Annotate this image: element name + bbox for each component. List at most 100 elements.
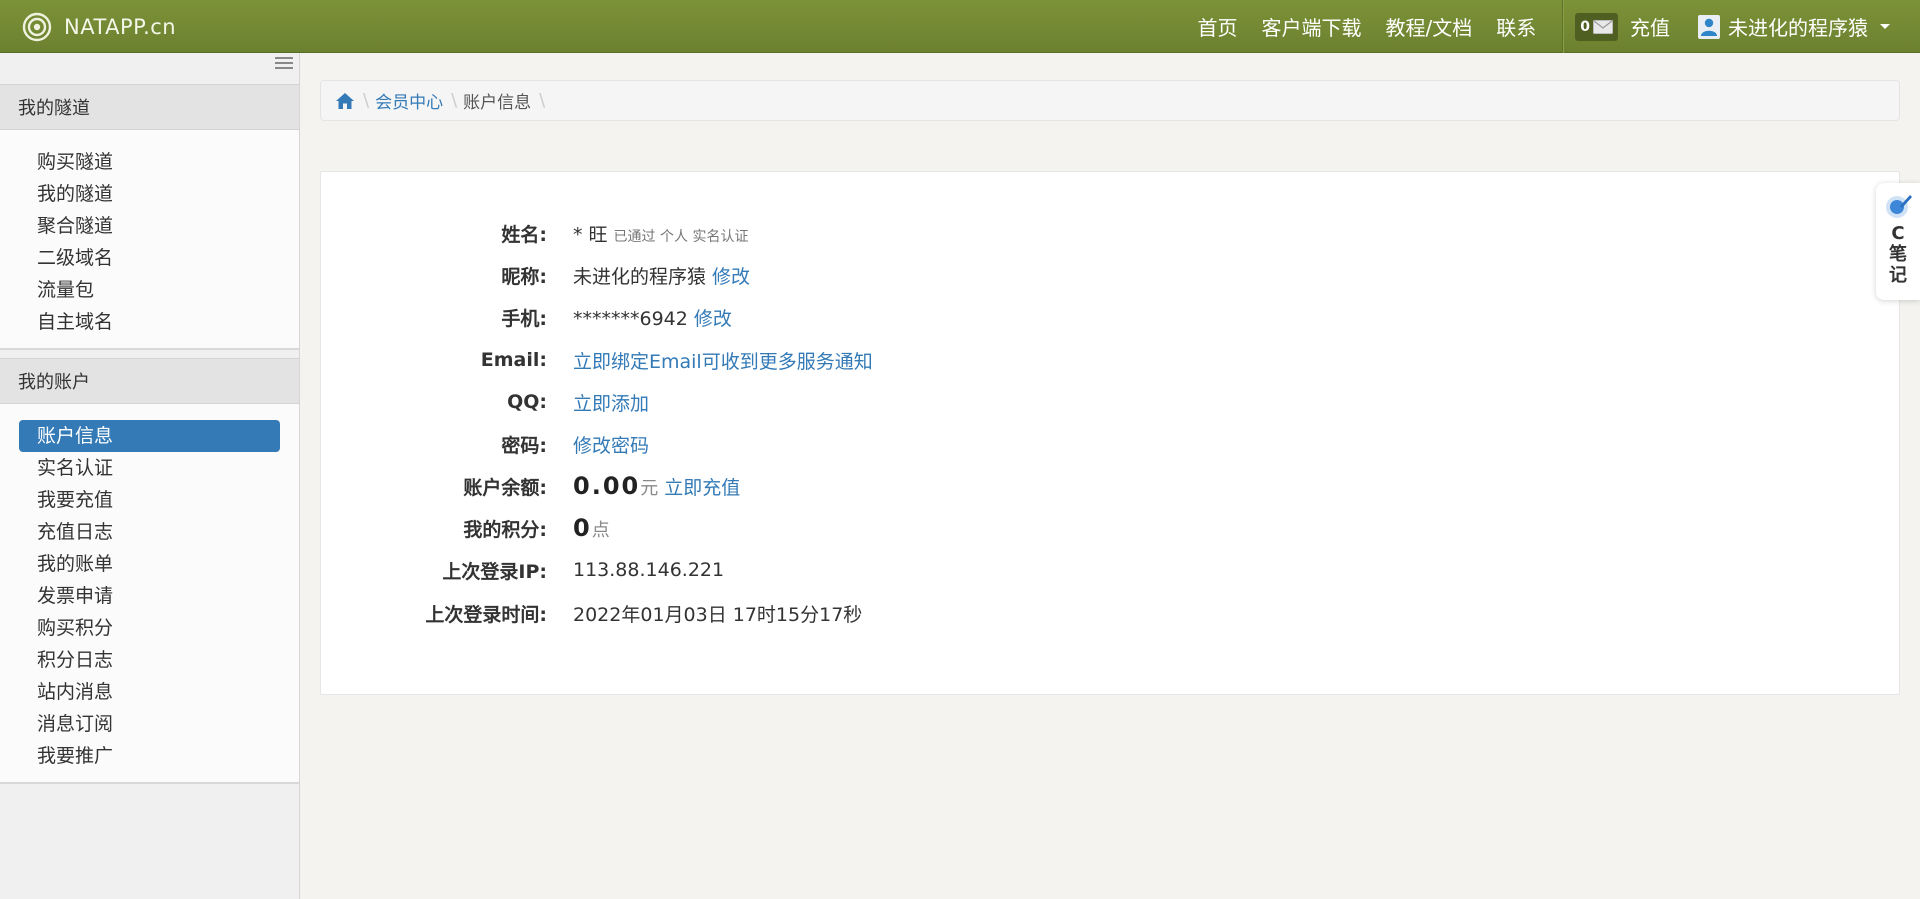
recharge-link[interactable]: 充值 — [1630, 12, 1670, 41]
sidebar-item-bills[interactable]: 我的账单 — [19, 548, 280, 580]
row-balance: 账户余额: 0.00 元 立即充值 — [321, 465, 1321, 507]
logo-icon — [22, 12, 52, 41]
row-phone: 手机: *******6942 修改 — [321, 296, 1321, 338]
side-list: 购买隧道 我的隧道 聚合隧道 二级域名 流量包 自主域名 — [0, 130, 299, 348]
nav-divider — [1562, 0, 1564, 53]
value-phone: *******6942 修改 — [573, 304, 732, 331]
sidebar-item-recharge[interactable]: 我要充值 — [19, 484, 280, 516]
balance-unit: 元 — [640, 478, 659, 499]
balance-amount: 0.00 — [573, 472, 641, 500]
breadcrumb-member-center[interactable]: 会员中心 — [375, 88, 443, 113]
nav-links: 首页 客户端下载 教程/文档 联系 0 充值 未进化的程序猿 — [1186, 0, 1920, 53]
brand-name: NATAPP.cn — [64, 14, 177, 39]
chevron-down-icon — [1880, 24, 1890, 29]
value-password: 修改密码 — [573, 431, 649, 458]
nav-home[interactable]: 首页 — [1186, 0, 1250, 53]
breadcrumb-current: 账户信息 — [463, 93, 532, 113]
sidebar: 我的隧道 购买隧道 我的隧道 聚合隧道 二级域名 流量包 自主域名 我的账户 账… — [0, 53, 300, 899]
label-name: 姓名: — [501, 223, 547, 246]
c-notes-widget[interactable]: C笔记 — [1876, 183, 1920, 300]
sidebar-item-promote[interactable]: 我要推广 — [19, 740, 280, 772]
sidebar-collapse-icon[interactable] — [275, 55, 293, 71]
sidebar-item-traffic-pack[interactable]: 流量包 — [19, 274, 280, 306]
nav-docs[interactable]: 教程/文档 — [1374, 0, 1485, 53]
edit-nickname-link[interactable]: 修改 — [712, 262, 750, 289]
label-nickname: 昵称: — [501, 265, 547, 288]
change-password-link[interactable]: 修改密码 — [573, 431, 649, 458]
label-phone: 手机: — [501, 307, 547, 330]
pen-note-icon — [1886, 195, 1912, 218]
sidebar-section-tunnels: 我的隧道 购买隧道 我的隧道 聚合隧道 二级域名 流量包 自主域名 — [0, 84, 299, 350]
label-qq: QQ: — [507, 391, 547, 413]
add-qq-link[interactable]: 立即添加 — [573, 389, 649, 416]
sidebar-item-buy-tunnel[interactable]: 购买隧道 — [19, 146, 280, 178]
home-icon[interactable] — [335, 92, 355, 110]
breadcrumb: \ 会员中心 \ 账户信息 \ — [320, 80, 1900, 121]
sidebar-item-my-tunnels[interactable]: 我的隧道 — [19, 178, 280, 210]
row-name: 姓名: * 旺 已通过 个人 实名认证 — [321, 212, 1321, 254]
last-login-ip: 113.88.146.221 — [573, 559, 725, 581]
side-list: 账户信息 实名认证 我要充值 充值日志 我的账单 发票申请 购买积分 积分日志 … — [0, 404, 299, 782]
row-last-ip: 上次登录IP: 113.88.146.221 — [321, 549, 1321, 591]
sidebar-item-custom-domain[interactable]: 自主域名 — [19, 306, 280, 338]
messages-button[interactable]: 0 — [1575, 12, 1618, 41]
brand[interactable]: NATAPP.cn — [22, 0, 176, 53]
nav-download[interactable]: 客户端下载 — [1250, 0, 1374, 53]
verify-status: 已通过 个人 实名认证 — [613, 228, 749, 245]
label-points: 我的积分: — [463, 518, 547, 541]
sidebar-item-recharge-log[interactable]: 充值日志 — [19, 516, 280, 548]
sidebar-item-aggregate-tunnels[interactable]: 聚合隧道 — [19, 210, 280, 242]
value-last-ip: 113.88.146.221 — [573, 559, 724, 581]
sidebar-item-subscriptions[interactable]: 消息订阅 — [19, 708, 280, 740]
breadcrumb-separator: \ — [539, 90, 546, 111]
row-last-time: 上次登录时间: 2022年01月03日 17时15分17秒 — [321, 592, 1321, 634]
sidebar-item-buy-points[interactable]: 购买积分 — [19, 612, 280, 644]
widget-label: C笔记 — [1889, 223, 1907, 286]
envelope-icon — [1593, 19, 1613, 34]
sidebar-item-real-name[interactable]: 实名认证 — [19, 452, 280, 484]
label-email: Email: — [480, 349, 547, 371]
user-menu[interactable]: 未进化的程序猿 — [1698, 12, 1890, 41]
label-last-time: 上次登录时间: — [425, 603, 547, 626]
bind-email-link[interactable]: 立即绑定Email可收到更多服务通知 — [573, 347, 873, 374]
nickname: 未进化的程序猿 — [573, 265, 707, 288]
row-email: Email: 立即绑定Email可收到更多服务通知 — [321, 339, 1321, 381]
last-login-time: 2022年01月03日 17时15分17秒 — [573, 603, 863, 626]
row-nickname: 昵称: 未进化的程序猿 修改 — [321, 254, 1321, 296]
sidebar-item-account-info[interactable]: 账户信息 — [19, 420, 280, 452]
row-points: 我的积分: 0 点 — [321, 507, 1321, 549]
value-qq: 立即添加 — [573, 389, 649, 416]
value-nickname: 未进化的程序猿 修改 — [573, 262, 750, 289]
label-balance: 账户余额: — [463, 476, 547, 499]
phone-number: *******6942 — [573, 307, 688, 330]
label-password: 密码: — [501, 434, 547, 457]
points-unit: 点 — [591, 520, 610, 541]
top-navbar: NATAPP.cn 首页 客户端下载 教程/文档 联系 0 充值 未进化的程序猿 — [0, 0, 1920, 53]
value-points: 0 点 — [573, 514, 610, 542]
breadcrumb-separator: \ — [451, 90, 458, 111]
user-icon — [1698, 14, 1720, 39]
message-count: 0 — [1580, 18, 1590, 35]
recharge-now-link[interactable]: 立即充值 — [664, 473, 740, 500]
sidebar-item-points-log[interactable]: 积分日志 — [19, 644, 280, 676]
username: 未进化的程序猿 — [1728, 16, 1868, 40]
real-name: * 旺 — [573, 223, 608, 246]
section-title: 我的隧道 — [0, 84, 299, 130]
points-amount: 0 — [573, 514, 592, 542]
account-info-panel: 姓名: * 旺 已通过 个人 实名认证 昵称: 未进化的程序猿 修改 手机: *… — [320, 171, 1900, 695]
value-balance: 0.00 元 立即充值 — [573, 472, 740, 500]
sidebar-item-messages[interactable]: 站内消息 — [19, 676, 280, 708]
nav-contact[interactable]: 联系 — [1484, 0, 1548, 53]
section-title: 我的账户 — [0, 358, 299, 404]
sidebar-section-account: 我的账户 账户信息 实名认证 我要充值 充值日志 我的账单 发票申请 购买积分 … — [0, 358, 299, 784]
sidebar-item-invoice[interactable]: 发票申请 — [19, 580, 280, 612]
value-name: * 旺 已通过 个人 实名认证 — [573, 220, 748, 247]
edit-phone-link[interactable]: 修改 — [694, 304, 732, 331]
breadcrumb-separator: \ — [363, 90, 370, 111]
sidebar-item-subdomain[interactable]: 二级域名 — [19, 242, 280, 274]
label-last-ip: 上次登录IP: — [442, 560, 547, 583]
row-password: 密码: 修改密码 — [321, 423, 1321, 465]
value-last-time: 2022年01月03日 17时15分17秒 — [573, 600, 862, 627]
row-qq: QQ: 立即添加 — [321, 381, 1321, 423]
value-email: 立即绑定Email可收到更多服务通知 — [573, 347, 873, 374]
